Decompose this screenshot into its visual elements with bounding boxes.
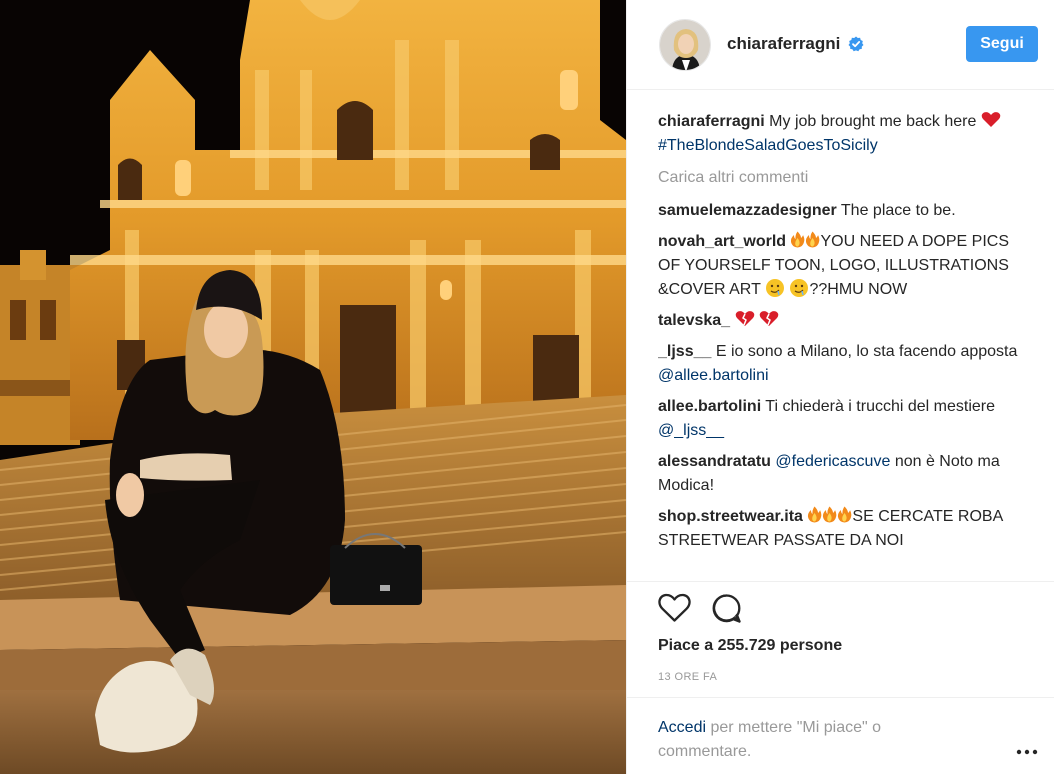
comment-text-after: ??HMU NOW	[809, 281, 908, 298]
comment-item: samuelemazzadesigner The place to be.	[658, 199, 1028, 223]
avatar-image	[660, 20, 710, 70]
caption-username[interactable]: chiaraferragni	[658, 113, 765, 130]
comment-username[interactable]: _ljss__	[658, 343, 711, 360]
drooling-face-icon	[790, 279, 809, 297]
login-prompt: Accedi per mettere "Mi piace" o commenta…	[658, 716, 958, 764]
fire-icon	[791, 231, 805, 248]
avatar[interactable]	[659, 19, 711, 71]
load-more-comments-link[interactable]: Carica altri commenti	[658, 166, 1028, 190]
caption: chiaraferragni My job brought me back he…	[658, 110, 1028, 158]
comment-item: talevska_	[658, 309, 1028, 333]
comment-username[interactable]: talevska_	[658, 312, 730, 329]
post-photo-image	[0, 0, 626, 774]
drooling-face-icon	[766, 279, 785, 297]
broken-heart-icon	[759, 311, 779, 326]
comment-username[interactable]: alessandratatu	[658, 453, 771, 470]
caption-text: My job brought me back here	[769, 113, 977, 130]
comment-item: alessandratatu @federicascuve non è Noto…	[658, 450, 1028, 498]
comment-text: E io sono a Milano, lo sta facendo appos…	[715, 343, 1018, 360]
fire-icon	[823, 506, 837, 523]
ellipsis-icon[interactable]	[1015, 740, 1039, 760]
verified-badge-icon	[848, 36, 864, 52]
comment-item: shop.streetwear.ita SE CERCATE ROBA STRE…	[658, 505, 1028, 553]
likes-count[interactable]: Piace a 255.729 persone	[658, 637, 842, 655]
fire-icon	[808, 506, 822, 523]
comment-mention[interactable]: @_ljss__	[658, 422, 724, 439]
fire-icon	[806, 231, 820, 248]
actions-divider	[627, 581, 1054, 582]
post-author-username[interactable]: chiaraferragni	[727, 34, 840, 54]
comment-mention[interactable]: @allee.bartolini	[658, 367, 769, 384]
comment-username[interactable]: allee.bartolini	[658, 398, 761, 415]
comment-username[interactable]: novah_art_world	[658, 233, 786, 250]
instagram-post: chiaraferragni Segui chiaraferragni My j…	[0, 0, 1054, 774]
follow-button[interactable]: Segui	[966, 26, 1038, 62]
broken-heart-icon	[735, 311, 754, 326]
comment-username[interactable]: shop.streetwear.ita	[658, 508, 803, 525]
comment-text: The place to be.	[840, 202, 956, 219]
comment-text: Ti chiederà i trucchi del mestiere	[765, 398, 996, 415]
speech-bubble-icon[interactable]	[711, 593, 742, 624]
post-sidebar: chiaraferragni Segui chiaraferragni My j…	[626, 0, 1054, 774]
caption-hashtag[interactable]: #TheBlondeSaladGoesToSicily	[658, 137, 878, 154]
login-link[interactable]: Accedi	[658, 719, 706, 736]
comment-item: _ljss__ E io sono a Milano, lo sta facen…	[658, 340, 1028, 388]
post-timestamp[interactable]: 13 ORE FA	[658, 671, 717, 683]
red-heart-icon	[981, 112, 1001, 127]
comment-username[interactable]: samuelemazzadesigner	[658, 202, 837, 219]
comments-list[interactable]: chiaraferragni My job brought me back he…	[658, 110, 1028, 576]
fire-icon	[838, 506, 852, 523]
post-header: chiaraferragni Segui	[627, 0, 1054, 90]
login-divider	[627, 697, 1054, 698]
heart-outline-icon[interactable]	[658, 593, 691, 623]
post-photo[interactable]	[0, 0, 626, 774]
comment-item: novah_art_world YOU NEED A DOPE PICS OF …	[658, 230, 1028, 302]
comment-item: allee.bartolini Ti chiederà i trucchi de…	[658, 395, 1028, 443]
comment-mention[interactable]: @federicascuve	[775, 453, 890, 470]
